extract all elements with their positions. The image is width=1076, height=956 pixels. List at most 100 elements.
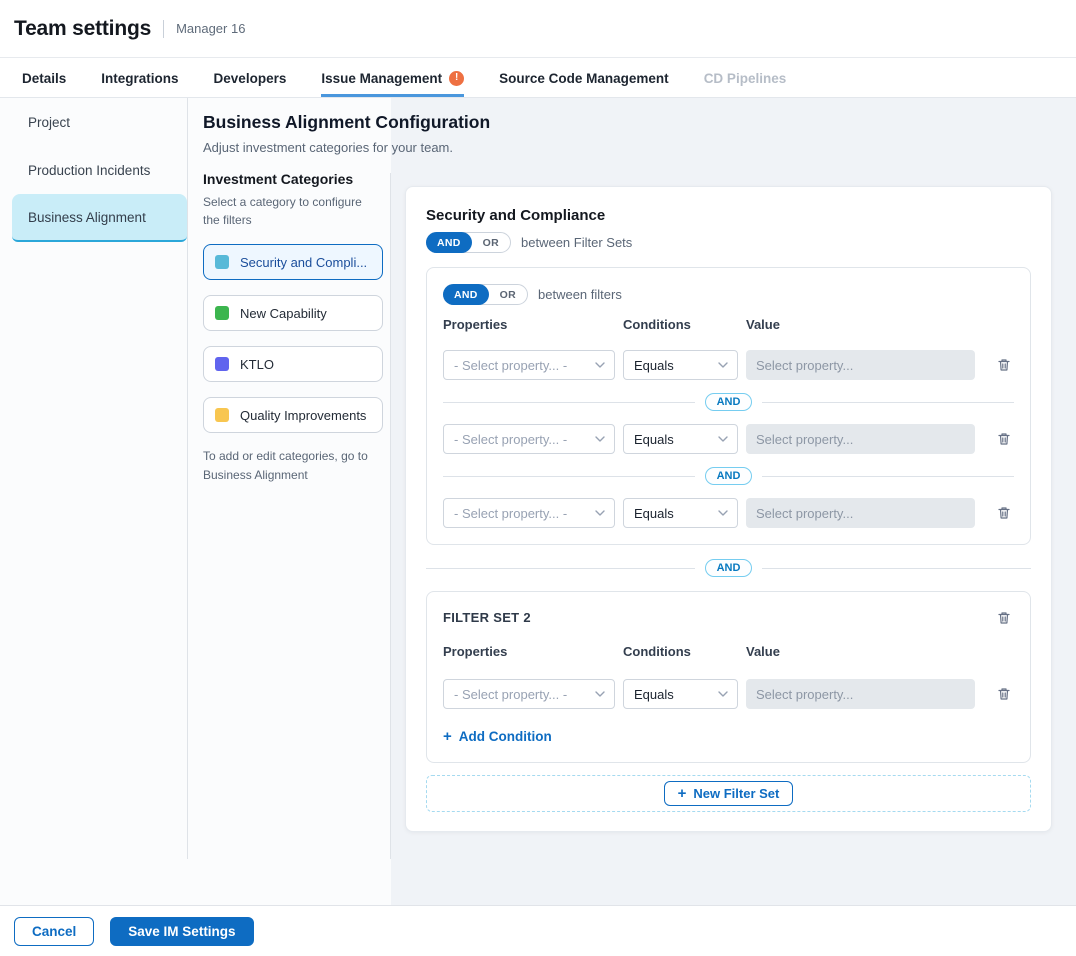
delete-filter-set-button[interactable] xyxy=(994,608,1014,628)
tab-source-code-management[interactable]: Source Code Management xyxy=(499,59,669,97)
chevron-down-icon xyxy=(595,510,605,516)
plus-icon: + xyxy=(678,786,687,801)
category-swatch xyxy=(215,408,229,422)
trash-icon xyxy=(996,610,1012,626)
and-connector: AND xyxy=(443,467,1014,485)
between-sets-connector: AND xyxy=(426,559,1031,577)
tab-developers[interactable]: Developers xyxy=(214,59,287,97)
filter-config-panel: Security and Compliance AND OR between F… xyxy=(405,186,1052,832)
tab-issue-management[interactable]: Issue Management ! xyxy=(321,59,464,97)
chevron-down-icon xyxy=(718,510,728,516)
between-filters-toggle-row: AND OR between filters xyxy=(443,284,1014,305)
chevron-down-icon xyxy=(595,362,605,368)
and-connector-pill: AND xyxy=(705,393,753,411)
cancel-button[interactable]: Cancel xyxy=(14,917,94,946)
filter-set-2: FILTER SET 2 Properties Conditions Value… xyxy=(426,591,1031,763)
properties-header: Properties xyxy=(443,317,615,332)
section-title: Business Alignment Configuration xyxy=(203,112,490,133)
panel-title: Security and Compliance xyxy=(426,207,1031,224)
sidebar-item-project[interactable]: Project xyxy=(0,98,187,146)
toggle-or[interactable]: OR xyxy=(472,232,510,253)
save-im-settings-button[interactable]: Save IM Settings xyxy=(110,917,253,946)
delete-filter-button[interactable] xyxy=(994,684,1014,704)
investment-categories-column: Investment Categories Select a category … xyxy=(203,171,383,484)
new-filter-set-dropzone: + New Filter Set xyxy=(426,775,1031,812)
category-swatch xyxy=(215,357,229,371)
sidebar-divider xyxy=(187,98,188,859)
between-filters-label: between filters xyxy=(538,287,622,302)
page-title: Team settings xyxy=(14,17,151,41)
column-headers: Properties Conditions Value xyxy=(443,644,1014,659)
between-sets-label: between Filter Sets xyxy=(521,235,632,250)
filter-row: - Select property... - Equals xyxy=(443,350,1014,380)
new-filter-set-button[interactable]: + New Filter Set xyxy=(664,781,794,806)
toggle-or[interactable]: OR xyxy=(489,284,527,305)
value-header: Value xyxy=(746,317,975,332)
conditions-header: Conditions xyxy=(623,317,738,332)
category-button-new-capability[interactable]: New Capability xyxy=(203,295,383,331)
page-subtitle: Manager 16 xyxy=(176,21,245,36)
and-connector: AND xyxy=(443,393,1014,411)
property-select[interactable]: - Select property... - xyxy=(443,679,615,709)
settings-sidebar: Project Production Incidents Business Al… xyxy=(0,98,187,242)
delete-filter-button[interactable] xyxy=(994,355,1014,375)
tab-details[interactable]: Details xyxy=(22,59,66,97)
toggle-and[interactable]: AND xyxy=(443,284,489,305)
category-button-quality-improvements[interactable]: Quality Improvements xyxy=(203,397,383,433)
filter-row: - Select property... - Equals xyxy=(443,498,1014,528)
condition-select[interactable]: Equals xyxy=(623,350,738,380)
sidebar-item-business-alignment[interactable]: Business Alignment xyxy=(12,194,187,242)
section-subtitle: Adjust investment categories for your te… xyxy=(203,140,490,155)
column-headers: Properties Conditions Value xyxy=(443,317,1014,332)
condition-select[interactable]: Equals xyxy=(623,424,738,454)
chevron-down-icon xyxy=(718,691,728,697)
tab-cd-pipelines: CD Pipelines xyxy=(704,59,787,97)
action-footer: Cancel Save IM Settings xyxy=(0,905,1076,956)
categories-title: Investment Categories xyxy=(203,171,383,187)
filter-row: - Select property... - Equals xyxy=(443,424,1014,454)
trash-icon xyxy=(996,505,1012,521)
value-header: Value xyxy=(746,644,975,659)
page-header: Team settings Manager 16 xyxy=(0,0,1076,58)
condition-select[interactable]: Equals xyxy=(623,498,738,528)
and-connector-pill: AND xyxy=(705,559,753,577)
filter-set-2-title: FILTER SET 2 xyxy=(443,608,531,625)
filter-set-1: AND OR between filters Properties Condit… xyxy=(426,267,1031,545)
section-heading: Business Alignment Configuration Adjust … xyxy=(203,112,490,155)
property-select[interactable]: - Select property... - xyxy=(443,424,615,454)
and-or-toggle-sets[interactable]: AND OR xyxy=(426,232,511,253)
categories-hint: Select a category to configure the filte… xyxy=(203,193,373,229)
sidebar-item-production-incidents[interactable]: Production Incidents xyxy=(0,146,187,194)
property-select[interactable]: - Select property... - xyxy=(443,350,615,380)
category-button-security-and-compliance[interactable]: Security and Compli... xyxy=(203,244,383,280)
title-divider xyxy=(163,20,164,38)
value-input[interactable] xyxy=(746,498,975,528)
properties-header: Properties xyxy=(443,644,615,659)
trash-icon xyxy=(996,431,1012,447)
chevron-down-icon xyxy=(718,362,728,368)
trash-icon xyxy=(996,686,1012,702)
tab-integrations[interactable]: Integrations xyxy=(101,59,178,97)
chevron-down-icon xyxy=(595,691,605,697)
warning-icon: ! xyxy=(449,71,464,86)
between-sets-toggle-row: AND OR between Filter Sets xyxy=(426,232,1031,253)
value-input[interactable] xyxy=(746,350,975,380)
delete-filter-button[interactable] xyxy=(994,429,1014,449)
add-condition-button[interactable]: + Add Condition xyxy=(443,729,552,744)
team-settings-page: Team settings Manager 16 Details Integra… xyxy=(0,0,1076,956)
and-or-toggle-filters[interactable]: AND OR xyxy=(443,284,528,305)
plus-icon: + xyxy=(443,729,452,744)
category-button-ktlo[interactable]: KTLO xyxy=(203,346,383,382)
chevron-down-icon xyxy=(718,436,728,442)
value-input[interactable] xyxy=(746,424,975,454)
chevron-down-icon xyxy=(595,436,605,442)
category-swatch xyxy=(215,255,229,269)
toggle-and[interactable]: AND xyxy=(426,232,472,253)
filter-row: - Select property... - Equals xyxy=(443,679,1014,709)
value-input[interactable] xyxy=(746,679,975,709)
tab-bar: Details Integrations Developers Issue Ma… xyxy=(0,59,1076,98)
condition-select[interactable]: Equals xyxy=(623,679,738,709)
conditions-header: Conditions xyxy=(623,644,738,659)
delete-filter-button[interactable] xyxy=(994,503,1014,523)
property-select[interactable]: - Select property... - xyxy=(443,498,615,528)
